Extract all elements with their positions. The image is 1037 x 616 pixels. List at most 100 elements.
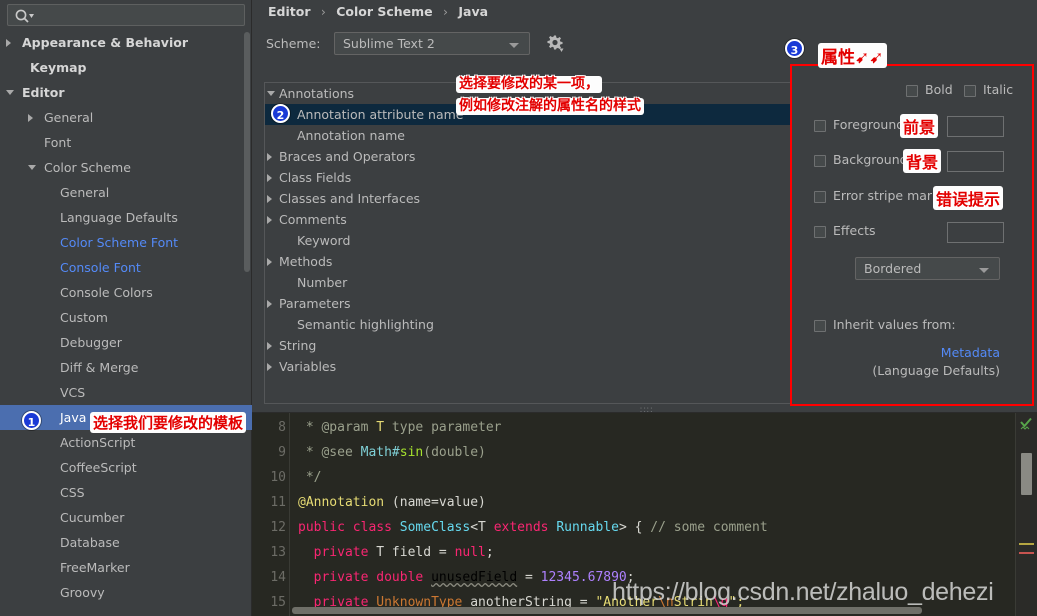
color-attributes-tree[interactable]: Annotations Annotation attribute name Anno… <box>264 82 791 404</box>
attribute-label: Annotations <box>279 86 355 101</box>
annotation-note-select-item-line2: 例如修改注解的属性名的样式 <box>456 98 644 115</box>
sidebar-item-console-font[interactable]: Console Font <box>0 255 252 280</box>
chevron-right-icon[interactable] <box>267 216 272 224</box>
foreground-checkbox[interactable] <box>814 120 826 132</box>
background-checkbox[interactable] <box>814 155 826 167</box>
sidebar-item-coffeescript[interactable]: CoffeeScript <box>0 455 252 480</box>
attribute-label: Annotation name <box>297 128 405 143</box>
bold-checkbox[interactable] <box>906 85 918 97</box>
search-box[interactable] <box>7 4 245 26</box>
sidebar-item-language-defaults[interactable]: Language Defaults <box>0 205 252 230</box>
sidebar-item-label: Java <box>60 410 87 425</box>
attribute-row-string[interactable]: String <box>265 335 790 356</box>
attribute-row-keyword[interactable]: Keyword <box>265 230 790 251</box>
chevron-right-icon[interactable] <box>267 258 272 266</box>
editor-scrollbar-thumb[interactable] <box>1021 453 1032 495</box>
annotation-badge-2: 2 <box>271 104 290 123</box>
sidebar-item-groovy[interactable]: Groovy <box>0 580 252 605</box>
sidebar-item-appearance-behavior[interactable]: Appearance & Behavior <box>0 30 252 55</box>
sidebar-item-console-colors[interactable]: Console Colors <box>0 280 252 305</box>
background-color-swatch[interactable] <box>947 151 1004 172</box>
sidebar-item-actionscript[interactable]: ActionScript <box>0 430 252 455</box>
background-label: Background <box>833 152 908 167</box>
sidebar-item-editor[interactable]: Editor <box>0 80 252 105</box>
chevron-right-icon[interactable] <box>6 39 11 47</box>
attribute-label: Variables <box>279 359 337 374</box>
sidebar-item-diff-merge[interactable]: Diff & Merge <box>0 355 252 380</box>
chevron-right-icon[interactable] <box>267 363 272 371</box>
scrollbar-marker[interactable] <box>1019 552 1034 554</box>
sidebar-item-label: Keymap <box>30 60 87 75</box>
sidebar-item-color-scheme-font[interactable]: Color Scheme Font <box>0 230 252 255</box>
sidebar-item-database[interactable]: Database <box>0 530 252 555</box>
error-stripe-mark-checkbox[interactable] <box>814 191 826 203</box>
annotation-note-properties: 属性➹➹ <box>818 43 887 68</box>
sidebar-item-general[interactable]: General <box>0 105 252 130</box>
breadcrumb-java[interactable]: Java <box>458 4 488 19</box>
chevron-right-icon[interactable] <box>267 195 272 203</box>
annotation-note-error-stripe: 错误提示 <box>933 186 1004 210</box>
sidebar-item-general[interactable]: General <box>0 180 252 205</box>
settings-tree[interactable]: Appearance & Behavior Keymap Editor General… <box>0 30 252 616</box>
chevron-down-icon[interactable] <box>6 90 14 95</box>
chevron-down-icon <box>979 268 989 273</box>
attribute-row-class-fields[interactable]: Class Fields <box>265 167 790 188</box>
attribute-row-parameters[interactable]: Parameters <box>265 293 790 314</box>
chevron-right-icon[interactable] <box>28 114 33 122</box>
attribute-row-variables[interactable]: Variables <box>265 356 790 377</box>
breadcrumb-editor[interactable]: Editor <box>268 4 311 19</box>
foreground-label: Foreground <box>833 117 905 132</box>
line-number: 8 <box>278 420 286 435</box>
chevron-right-icon[interactable] <box>267 174 272 182</box>
sidebar-item-color-scheme[interactable]: Color Scheme <box>0 155 252 180</box>
sidebar-item-label: Console Font <box>60 260 141 275</box>
attribute-row-comments[interactable]: Comments <box>265 209 790 230</box>
chevron-down-icon[interactable] <box>28 165 36 170</box>
sidebar-scrollbar-thumb[interactable] <box>244 32 250 272</box>
annotation-note-template: 选择我们要修改的模板 <box>90 412 247 433</box>
search-input[interactable] <box>38 5 238 25</box>
chevron-down-icon[interactable] <box>267 91 275 96</box>
sidebar-item-label: Console Colors <box>60 285 153 300</box>
sidebar-item-custom[interactable]: Custom <box>0 305 252 330</box>
gear-icon[interactable] <box>545 34 565 54</box>
sidebar-item-vcs[interactable]: VCS <box>0 380 252 405</box>
sidebar-item-label: Diff & Merge <box>60 360 139 375</box>
scheme-dropdown[interactable]: Sublime Text 2 <box>334 32 530 55</box>
effects-color-swatch[interactable] <box>947 222 1004 243</box>
attribute-row-semantic-highlighting[interactable]: Semantic highlighting <box>265 314 790 335</box>
sidebar-item-css[interactable]: CSS <box>0 480 252 505</box>
foreground-color-swatch[interactable] <box>947 116 1004 137</box>
attribute-label: Number <box>297 275 348 290</box>
editor-horizontal-scrollbar[interactable] <box>292 607 922 614</box>
sidebar-item-label: ActionScript <box>60 435 136 450</box>
attribute-label: Parameters <box>279 296 351 311</box>
inherit-values-checkbox[interactable] <box>814 320 826 332</box>
breadcrumb-color-scheme[interactable]: Color Scheme <box>336 4 432 19</box>
chevron-right-icon[interactable] <box>267 153 272 161</box>
attribute-row-annotation-name[interactable]: Annotation name <box>265 125 790 146</box>
annotation-note-background: 背景 <box>903 149 942 173</box>
sidebar-item-cucumber[interactable]: Cucumber <box>0 505 252 530</box>
italic-checkbox[interactable] <box>964 85 976 97</box>
metadata-link[interactable]: Metadata <box>941 345 1000 360</box>
sidebar-item-label: Font <box>44 135 72 150</box>
chevron-right-icon[interactable] <box>267 342 272 350</box>
editor-markup-scrollbar[interactable] <box>1015 413 1037 616</box>
sidebar-item-debugger[interactable]: Debugger <box>0 330 252 355</box>
settings-sidebar: Appearance & Behavior Keymap Editor General… <box>0 0 252 616</box>
attribute-row-number[interactable]: Number <box>265 272 790 293</box>
inherit-values-label: Inherit values from: <box>833 317 956 332</box>
effects-type-dropdown[interactable]: Bordered <box>855 257 1000 280</box>
sidebar-item-freemarker[interactable]: FreeMarker <box>0 555 252 580</box>
attribute-row-classes-and-interfaces[interactable]: Classes and Interfaces <box>265 188 790 209</box>
attribute-row-braces-and-operators[interactable]: Braces and Operators <box>265 146 790 167</box>
effects-checkbox[interactable] <box>814 226 826 238</box>
chevron-right-icon[interactable] <box>267 300 272 308</box>
attribute-row-methods[interactable]: Methods <box>265 251 790 272</box>
sidebar-item-keymap[interactable]: Keymap <box>0 55 252 80</box>
scrollbar-marker[interactable] <box>1019 543 1034 545</box>
sidebar-item-font[interactable]: Font <box>0 130 252 155</box>
italic-label: Italic <box>983 82 1014 97</box>
checkmark-icon <box>1019 416 1033 430</box>
